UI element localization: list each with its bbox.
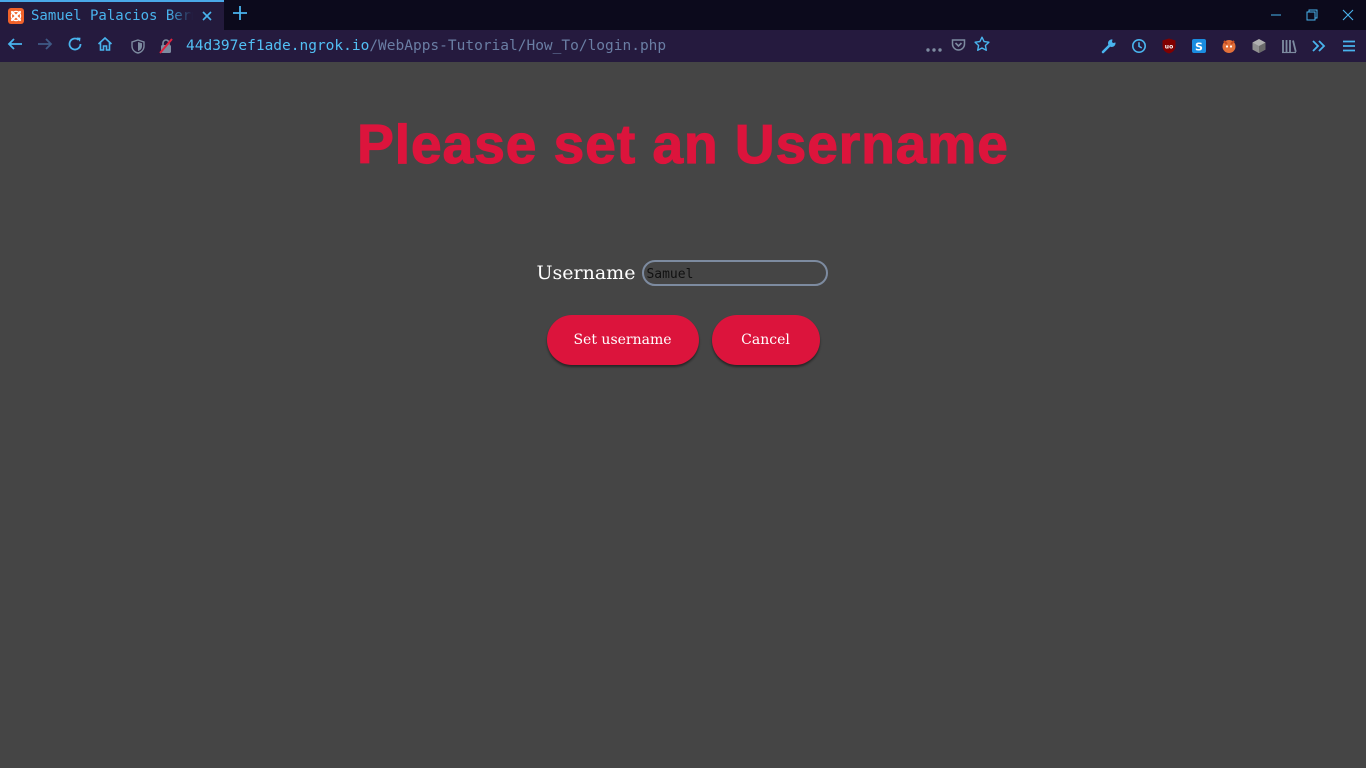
reload-icon xyxy=(67,36,83,56)
bookmark-button[interactable] xyxy=(970,31,994,61)
active-tab[interactable]: Samuel Palacios Bermudez - How To xyxy=(0,0,224,30)
back-button[interactable] xyxy=(0,31,30,61)
ellipsis-icon xyxy=(926,37,942,56)
username-input[interactable] xyxy=(642,260,829,286)
menu-icon[interactable] xyxy=(1334,31,1364,61)
star-icon xyxy=(974,36,990,56)
form-buttons: Set username Cancel xyxy=(0,314,1366,366)
home-icon xyxy=(97,36,113,56)
plus-icon xyxy=(232,5,248,25)
restore-button[interactable] xyxy=(1294,0,1330,30)
cube-extension-icon[interactable] xyxy=(1244,31,1274,61)
close-icon[interactable] xyxy=(197,6,217,26)
insecure-lock-icon[interactable] xyxy=(152,32,180,60)
url-text[interactable]: 44d397ef1ade.ngrok.io/WebApps-Tutorial/H… xyxy=(186,38,666,54)
reload-button[interactable] xyxy=(60,31,90,61)
overflow-icon[interactable] xyxy=(1304,31,1334,61)
username-form-row: Username xyxy=(0,258,1366,288)
svg-text:S: S xyxy=(1195,41,1203,54)
s-extension-icon[interactable]: S xyxy=(1184,31,1214,61)
window-controls xyxy=(1258,0,1366,30)
page-actions-button[interactable] xyxy=(922,31,946,61)
url-domain: 44d397ef1ade.ngrok.io xyxy=(186,38,370,54)
arrow-left-icon xyxy=(7,36,23,56)
forward-button[interactable] xyxy=(30,31,60,61)
url-path: /WebApps-Tutorial/How_To/login.php xyxy=(369,38,667,54)
home-button[interactable] xyxy=(90,31,120,61)
tab-strip: Samuel Palacios Bermudez - How To xyxy=(0,0,1366,30)
wrench-icon[interactable] xyxy=(1094,31,1124,61)
svg-text:uo: uo xyxy=(1165,44,1173,51)
username-label: Username xyxy=(536,262,636,284)
toolbar-extensions: uo S xyxy=(1094,30,1366,62)
library-icon[interactable] xyxy=(1274,31,1304,61)
history-icon[interactable] xyxy=(1124,31,1154,61)
set-username-button[interactable]: Set username xyxy=(546,315,699,365)
shield-icon[interactable] xyxy=(124,32,152,60)
new-tab-button[interactable] xyxy=(224,0,256,30)
fox-extension-icon[interactable] xyxy=(1214,31,1244,61)
navigation-toolbar: 44d397ef1ade.ngrok.io/WebApps-Tutorial/H… xyxy=(0,30,1366,62)
page-title: Please set an Username xyxy=(356,112,1009,175)
page-content: Please set an Username Username Set user… xyxy=(0,62,1366,768)
cancel-button[interactable]: Cancel xyxy=(711,315,820,365)
url-actions xyxy=(922,31,994,61)
minimize-button[interactable] xyxy=(1258,0,1294,30)
pocket-button[interactable] xyxy=(946,31,970,61)
ublock-icon[interactable]: uo xyxy=(1154,31,1184,61)
tab-title: Samuel Palacios Bermudez - How To xyxy=(31,8,193,24)
url-bar[interactable]: 44d397ef1ade.ngrok.io/WebApps-Tutorial/H… xyxy=(124,31,1000,61)
close-window-button[interactable] xyxy=(1330,0,1366,30)
arrow-right-icon xyxy=(37,36,53,56)
xampp-icon xyxy=(8,8,24,24)
pocket-icon xyxy=(951,37,966,56)
